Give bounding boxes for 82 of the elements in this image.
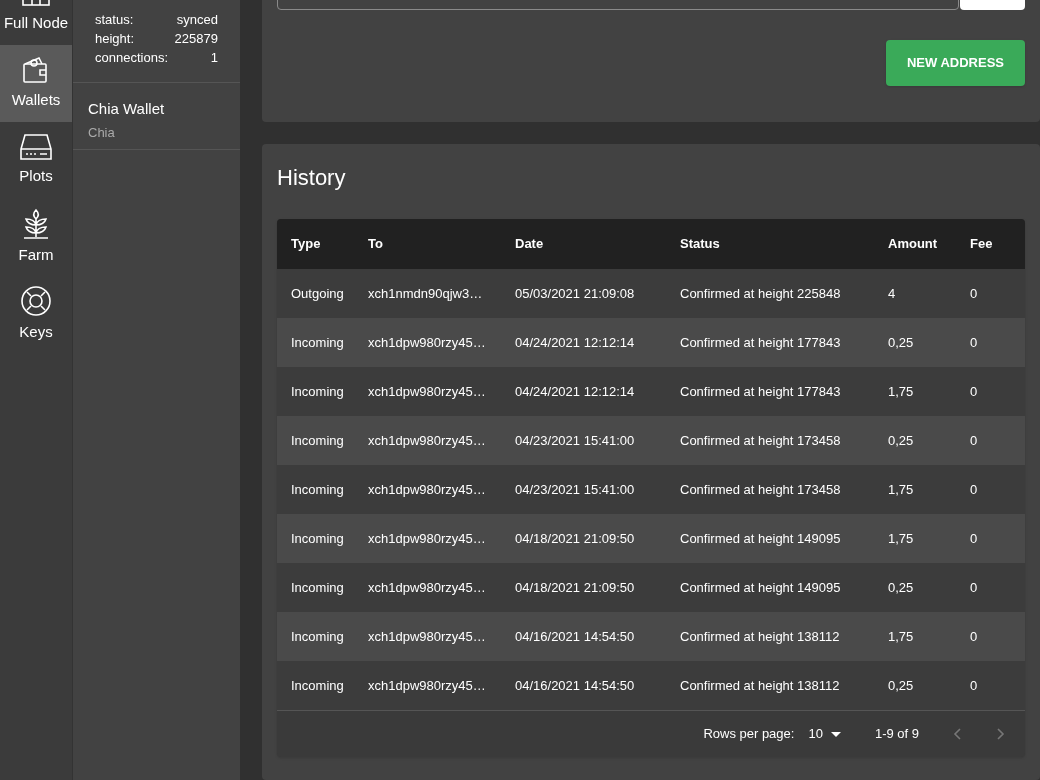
history-title: History	[277, 164, 347, 193]
table-cell-text: 04/16/2021 14:54:50	[515, 676, 636, 695]
caret-icon	[830, 731, 841, 737]
nav-item[interactable]: Wallets	[0, 45, 72, 122]
table-cell-text: 04/18/2021 21:09:50	[515, 578, 636, 597]
nav-item[interactable]: Farm	[0, 199, 72, 276]
table-cell-text: 1,75	[888, 480, 915, 499]
table-cell-text: Confirmed at height 177843	[680, 333, 842, 352]
table-cell-text: Confirmed at height 149095	[680, 578, 842, 597]
column-header: Type	[290, 235, 322, 254]
table-cell-text: 0	[970, 284, 979, 303]
table-cell-text: 0	[970, 676, 979, 695]
table-cell-text: 0	[970, 382, 979, 401]
status-value: 1	[210, 49, 218, 66]
table-cell-text: 04/18/2021 21:09:50	[515, 529, 636, 548]
rows-per-page-select[interactable]: 10	[808, 724, 841, 744]
status-label: status:	[95, 11, 134, 28]
column-header: To	[368, 235, 384, 254]
table-cell-text: 0,25	[888, 578, 915, 597]
table-cell-text: xch1dpw980rzy45…	[368, 578, 487, 597]
chevron-left-icon	[953, 728, 961, 741]
table-cell-text: 0	[970, 627, 979, 646]
table-cell-text: Confirmed at height 173458	[680, 480, 842, 499]
table-cell-text: 1,75	[888, 627, 915, 646]
table-cell-text: 0	[970, 480, 979, 499]
table-cell-text: xch1dpw980rzy45…	[368, 529, 487, 548]
column-header: Date	[515, 235, 545, 254]
table-cell-text: 04/23/2021 15:41:00	[515, 480, 636, 499]
lifebuoy-icon	[20, 285, 52, 318]
table-cell-text: 0,25	[888, 431, 915, 450]
table-cell-text: Incoming	[290, 382, 345, 401]
table-cell-text: 0,25	[888, 333, 915, 352]
nav-item[interactable]: Plots	[0, 122, 72, 199]
table-cell-text: Outgoing	[290, 284, 345, 303]
table-cell-text: 0	[970, 333, 979, 352]
table-cell-text: xch1dpw980rzy45…	[368, 480, 487, 499]
table-cell-text: Confirmed at height 177843	[680, 382, 842, 401]
table-cell-text: 0	[970, 529, 979, 548]
table-cell-text: 0	[970, 578, 979, 597]
table-cell-text: Confirmed at height 138112	[680, 676, 841, 695]
column-header: Fee	[970, 235, 994, 254]
page-range: 1-9 of 9	[874, 725, 919, 744]
status-value: synced	[176, 11, 218, 28]
status-label: connections:	[95, 49, 168, 66]
table-cell-text: Incoming	[290, 333, 345, 352]
table-cell-text: Confirmed at height 138112	[680, 627, 841, 646]
table-cell-text: 0,25	[888, 676, 915, 695]
status-label: height:	[95, 30, 135, 47]
wallet-item[interactable]: Chia Wallet Chia	[73, 83, 240, 150]
table-cell-text: 04/16/2021 14:54:50	[515, 627, 636, 646]
table-cell-text: Incoming	[290, 676, 345, 695]
rows-per-page-label: Rows per page:	[703, 725, 795, 744]
table-cell-text: 04/23/2021 15:41:00	[515, 431, 636, 450]
drive-icon	[19, 133, 53, 162]
table-cell-text: 4	[888, 284, 897, 303]
table-cell-text: xch1dpw980rzy45…	[368, 431, 487, 450]
table-cell-text: xch1dpw980rzy45…	[368, 676, 487, 695]
table-cell-text: xch1dpw980rzy45…	[368, 333, 487, 352]
column-header: Amount	[888, 235, 939, 254]
table-cell-text: 0	[970, 431, 979, 450]
table-cell-text: Incoming	[290, 627, 345, 646]
column-header: Status	[680, 235, 721, 254]
table-cell-text: 04/24/2021 12:12:14	[515, 382, 636, 401]
table-cell-text: Confirmed at height 225848	[680, 284, 842, 303]
status-value: 225879	[174, 30, 218, 47]
nav-item[interactable]: Keys	[0, 276, 72, 353]
table-cell-text: Confirmed at height 173458	[680, 431, 842, 450]
table-cell-text: Incoming	[290, 578, 345, 597]
table-cell-text: 1,75	[888, 382, 915, 401]
table-cell-text: xch1dpw980rzy45…	[368, 627, 487, 646]
table-cell-text: xch1nmdn90qjw3…	[368, 284, 484, 303]
table-cell-text: xch1dpw980rzy45…	[368, 382, 487, 401]
table-cell-text: 05/03/2021 21:09:08	[515, 284, 636, 303]
table-cell-text: Incoming	[290, 529, 345, 548]
table-cell-text: 1,75	[888, 529, 915, 548]
table-cell-text: Incoming	[290, 480, 345, 499]
table-cell-text: 04/24/2021 12:12:14	[515, 333, 636, 352]
table-cell-text: Incoming	[290, 431, 345, 450]
chevron-right-icon	[997, 728, 1005, 741]
nav-item[interactable]: Full Node	[0, 0, 72, 45]
table-cell-text: Confirmed at height 149095	[680, 529, 842, 548]
plant-icon	[21, 208, 51, 241]
